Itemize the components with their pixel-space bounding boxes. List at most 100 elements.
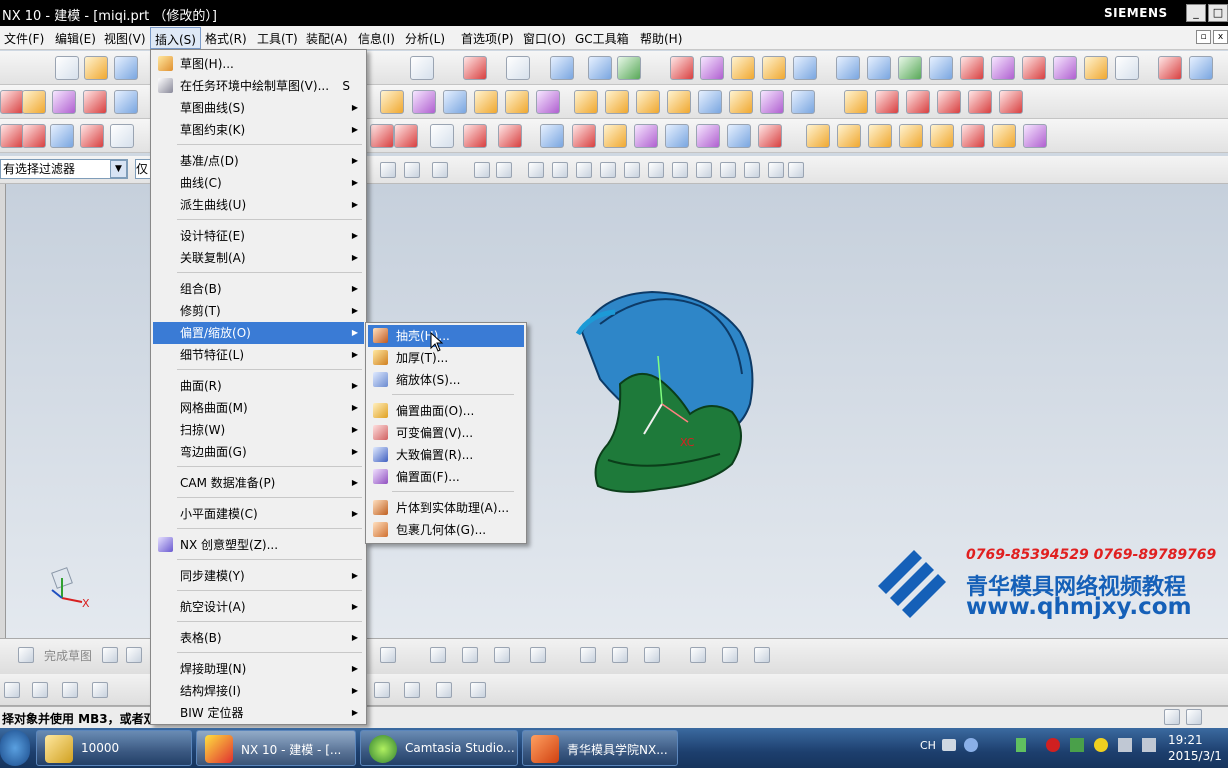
render-style-icon[interactable] (506, 56, 530, 80)
submenu-item-shell[interactable]: 抽壳(H)... (368, 325, 524, 347)
battery-icon[interactable] (1016, 738, 1026, 752)
menu-gc-toolbox[interactable]: GC工具箱 (575, 30, 629, 47)
feature-icon-3[interactable] (52, 90, 76, 114)
menu-item-sketch[interactable]: 草图(H)... (153, 53, 364, 75)
solid-tool-icon-8[interactable] (1023, 124, 1047, 148)
surface-icon-15[interactable] (1115, 56, 1139, 80)
solid-tool-icon-3[interactable] (868, 124, 892, 148)
select-tool-icon-4[interactable] (496, 162, 512, 178)
surface-icon-3[interactable] (731, 56, 755, 80)
submenu-item-offset-surface[interactable]: 偏置曲面(O)... (368, 400, 524, 422)
taskbar-item-powerpoint[interactable]: 青华模具学院NX... (522, 730, 678, 766)
sketch-constraint-icon-10[interactable] (722, 647, 738, 663)
sketch-constraint-icon-3[interactable] (462, 647, 478, 663)
shield-icon[interactable] (1070, 738, 1084, 752)
snap-point-icon-6[interactable] (648, 162, 664, 178)
feature-icon-12[interactable] (574, 90, 598, 114)
sketch-constraint-icon-2[interactable] (430, 647, 446, 663)
menu-item-curve[interactable]: 曲线(C) ▶ (153, 172, 364, 194)
sketch-constraint-icon-4[interactable] (494, 647, 510, 663)
surface-icon-12[interactable] (1022, 56, 1046, 80)
utility-icon-2[interactable] (32, 682, 48, 698)
menu-item-surface[interactable]: 曲面(R) ▶ (153, 375, 364, 397)
shaded-cube-icon[interactable] (550, 56, 574, 80)
menu-format[interactable]: 格式(R) (205, 30, 247, 47)
utility-icon-4[interactable] (92, 682, 108, 698)
menu-item-flange-surface[interactable]: 弯边曲面(G) ▶ (153, 441, 364, 463)
start-orb-icon[interactable] (0, 730, 30, 766)
line-tool-icon[interactable] (430, 124, 454, 148)
feature-icon-1[interactable] (0, 90, 24, 114)
utility-icon-7[interactable] (436, 682, 452, 698)
solid-tool-icon-2[interactable] (837, 124, 861, 148)
menu-item-mesh-surface[interactable]: 网格曲面(M) ▶ (153, 397, 364, 419)
surface-icon-17[interactable] (1189, 56, 1213, 80)
solid-tool-icon-7[interactable] (992, 124, 1016, 148)
box-select-icon[interactable] (432, 162, 448, 178)
menu-item-combine[interactable]: 组合(B) ▶ (153, 278, 364, 300)
snap-point-icon-8[interactable] (696, 162, 712, 178)
menu-item-trim[interactable]: 修剪(T) ▶ (153, 300, 364, 322)
surface-icon-16[interactable] (1158, 56, 1182, 80)
feature-icon-14[interactable] (636, 90, 660, 114)
surface-icon-6[interactable] (836, 56, 860, 80)
menu-view[interactable]: 视图(V) (104, 30, 146, 47)
clock[interactable]: 19:21 2015/3/1 (1168, 732, 1222, 764)
record-icon[interactable] (1046, 738, 1060, 752)
input-language[interactable]: CH (920, 739, 936, 752)
sketch-tool-icon-13[interactable] (665, 124, 689, 148)
menu-analysis[interactable]: 分析(L) (405, 30, 445, 47)
feature-icon-4[interactable] (83, 90, 107, 114)
feature-icon-7[interactable] (412, 90, 436, 114)
surface-icon-7[interactable] (867, 56, 891, 80)
menu-item-synchronous-modeling[interactable]: 同步建模(Y) ▶ (153, 565, 364, 587)
menu-item-sketch-curve[interactable]: 草图曲线(S) ▶ (153, 97, 364, 119)
surface-icon-5[interactable] (793, 56, 817, 80)
feature-icon-8[interactable] (443, 90, 467, 114)
feature-icon-16[interactable] (698, 90, 722, 114)
menu-item-structure-weld[interactable]: 结构焊接(I) ▶ (153, 680, 364, 702)
menu-window[interactable]: 窗口(O) (523, 30, 566, 47)
point-tool-icon[interactable] (463, 124, 487, 148)
status-toggle-icon[interactable] (1186, 709, 1202, 725)
volume-icon[interactable] (1142, 738, 1156, 752)
profile-icon[interactable] (102, 647, 118, 663)
grid-icon[interactable] (788, 162, 804, 178)
submenu-item-offset-face[interactable]: 偏置面(F)... (368, 466, 524, 488)
curve-icon-5[interactable] (968, 90, 992, 114)
sketch-tool-icon-14[interactable] (696, 124, 720, 148)
feature-icon-18[interactable] (760, 90, 784, 114)
chevron-down-icon[interactable]: ▼ (110, 160, 127, 178)
doc-restore-button[interactable]: ▫ (1196, 30, 1211, 44)
menu-preferences[interactable]: 首选项(P) (461, 30, 514, 47)
surface-icon-13[interactable] (1053, 56, 1077, 80)
solid-tool-icon-4[interactable] (899, 124, 923, 148)
menu-item-sketch-constraint[interactable]: 草图约束(K) ▶ (153, 119, 364, 141)
surface-icon-11[interactable] (991, 56, 1015, 80)
menu-help[interactable]: 帮助(H) (640, 30, 682, 47)
select-tool-icon-2[interactable] (404, 162, 420, 178)
snap-point-icon-3[interactable] (576, 162, 592, 178)
sketch-tool-icon-6[interactable] (370, 124, 394, 148)
feature-icon-15[interactable] (667, 90, 691, 114)
sketch-tool-icon-16[interactable] (758, 124, 782, 148)
menu-insert[interactable]: 插入(S) (150, 27, 201, 49)
submenu-item-sheet-to-solid[interactable]: 片体到实体助理(A)... (368, 497, 524, 519)
curve-icon-3[interactable] (906, 90, 930, 114)
sketch-tool-icon-3[interactable] (50, 124, 74, 148)
surface-icon-10[interactable] (960, 56, 984, 80)
surface-icon-1[interactable] (670, 56, 694, 80)
sketch-tool-icon-15[interactable] (727, 124, 751, 148)
finish-sketch-icon[interactable] (18, 647, 34, 663)
utility-icon-3[interactable] (62, 682, 78, 698)
sketch-tool-icon-10[interactable] (572, 124, 596, 148)
utility-icon-6[interactable] (404, 682, 420, 698)
surface-icon-8[interactable] (898, 56, 922, 80)
surface-icon-9[interactable] (929, 56, 953, 80)
submenu-item-variable-offset[interactable]: 可变偏置(V)... (368, 422, 524, 444)
select-tool-icon-3[interactable] (474, 162, 490, 178)
solid-tool-icon-1[interactable] (806, 124, 830, 148)
submenu-item-wrap-geometry[interactable]: 包裹几何体(G)... (368, 519, 524, 541)
menu-item-table[interactable]: 表格(B) ▶ (153, 627, 364, 649)
sketch-tool-icon-2[interactable] (22, 124, 46, 148)
